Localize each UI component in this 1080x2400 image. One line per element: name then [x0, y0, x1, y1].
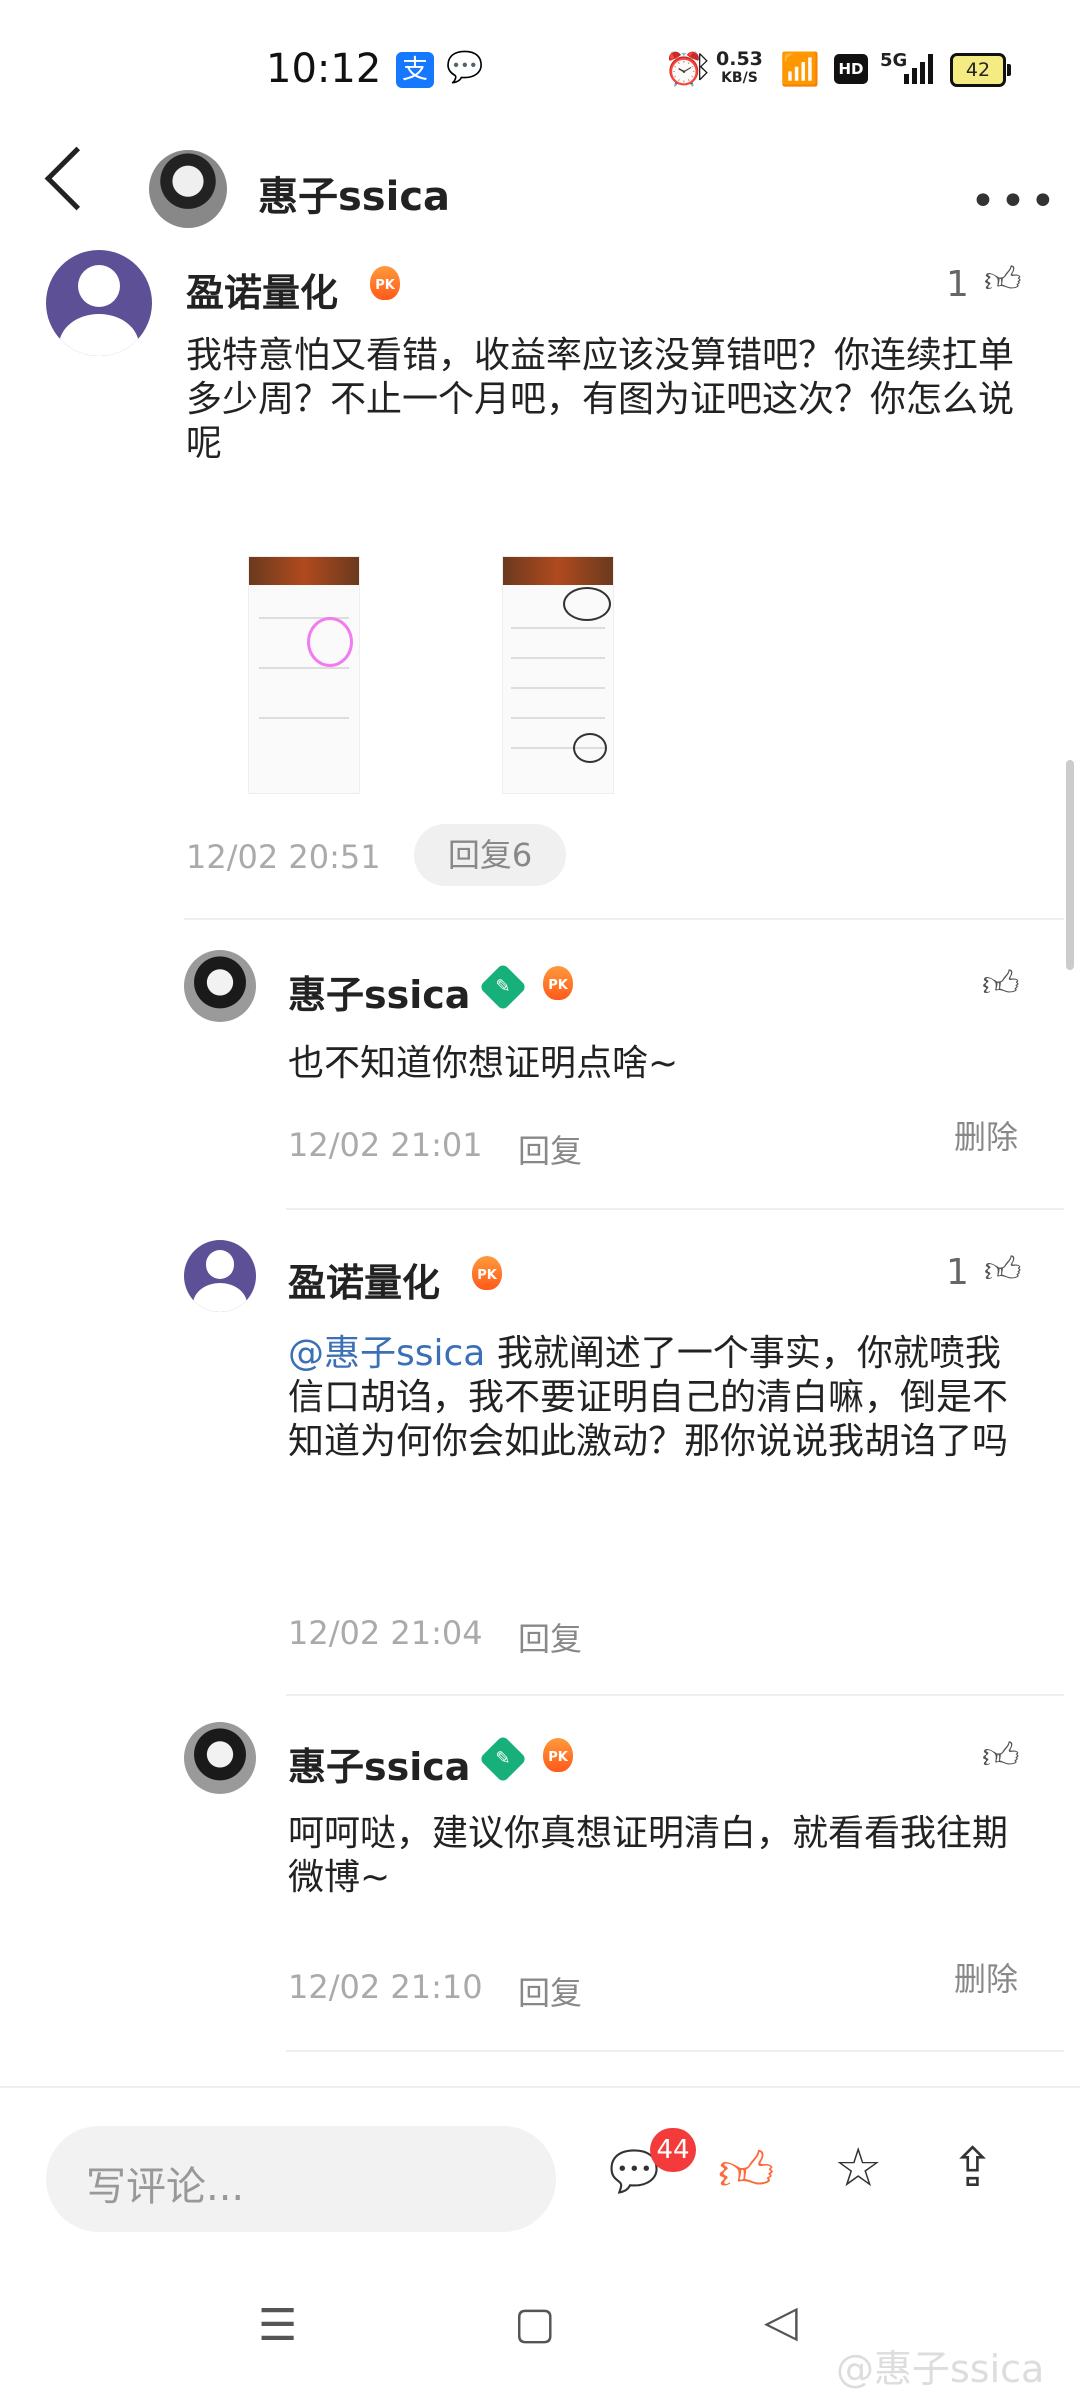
divider [286, 1208, 1064, 1210]
delete-button[interactable]: 删除 [954, 1954, 1018, 2000]
signal-icon [904, 54, 934, 84]
avatar[interactable] [46, 250, 152, 356]
share-icon[interactable]: ⇪ [950, 2136, 995, 2199]
pk-badge-icon: PK [370, 266, 400, 300]
back-nav-icon[interactable]: ◁ [764, 2296, 798, 2347]
thumbs-up-icon[interactable]: 👍︎ [982, 962, 1020, 1006]
divider [0, 2086, 1080, 2088]
reply-text: @惠子ssica 我就阐述了一个事实，你就喷我信口胡诌，我不要证明自己的清白嘛，… [288, 1333, 1009, 1462]
attached-image[interactable] [502, 556, 614, 794]
header-avatar[interactable] [149, 150, 227, 228]
reply-username[interactable]: 惠子ssica [288, 1736, 470, 1791]
reply-username[interactable]: 惠子ssica [288, 964, 470, 1019]
like-count: 1 [946, 264, 969, 305]
reply-timestamp: 12/02 21:01 [288, 1126, 483, 1164]
avatar[interactable] [184, 950, 256, 1022]
pk-badge-icon: PK [472, 1256, 502, 1290]
divider [184, 918, 1064, 920]
watermark: @惠子ssica [836, 2347, 1045, 2391]
avatar[interactable] [184, 1240, 256, 1312]
avatar[interactable] [184, 1722, 256, 1794]
back-icon[interactable] [44, 146, 109, 211]
reply-username[interactable]: 盈诺量化 [288, 1252, 440, 1307]
verified-badge-icon: ✎ [478, 1734, 528, 1784]
reply-button[interactable]: 回复 [518, 1968, 582, 2014]
thumbs-up-icon[interactable]: 👍︎ [984, 258, 1022, 302]
divider [286, 1694, 1064, 1696]
comment-text: 我特意怕又看错，收益率应该没算错吧？你连续扛单多少周？不止一个月吧，有图为证吧这… [186, 335, 1015, 464]
battery-icon: 42 [950, 53, 1011, 87]
home-icon[interactable]: ▢ [514, 2298, 556, 2349]
reply-timestamp: 12/02 21:10 [288, 1968, 483, 2006]
reply-text: 也不知道你想证明点啥~ [288, 1043, 679, 1084]
pk-badge-icon: PK [543, 966, 573, 1000]
wifi-icon: 📶 [780, 50, 820, 88]
comment-username[interactable]: 盈诺量化 [186, 262, 338, 317]
divider [286, 2050, 1064, 2052]
reply-button[interactable]: 回复 [518, 1126, 582, 1172]
like-icon[interactable]: 👍︎ [718, 2140, 774, 2205]
reply-text: 呵呵哒，建议你真想证明清白，就看看我往期微博~ [288, 1813, 1009, 1898]
hd-icon: HD [834, 54, 868, 84]
reply-timestamp: 12/02 21:04 [288, 1614, 483, 1652]
network-speed: 0.53 KB/S [716, 48, 763, 87]
comment-count-badge: 44 [650, 2128, 696, 2172]
bluetooth-icon: ᛒ [694, 50, 712, 85]
verified-badge-icon: ✎ [478, 962, 528, 1012]
comment-placeholder: 写评论... [86, 2164, 245, 2210]
status-bar: 10:12 支 💬 ⏰ ᛒ 0.53 KB/S 📶 HD 5G 42 [0, 0, 1080, 140]
alipay-icon: 支 [396, 52, 434, 88]
pk-badge-icon: PK [543, 1738, 573, 1772]
scrollbar[interactable] [1066, 760, 1074, 970]
page-title: 惠子ssica [258, 174, 451, 220]
like-count: 1 [946, 1252, 969, 1293]
more-options-icon[interactable]: ••• [970, 176, 1060, 227]
reply-button[interactable]: 回复 [518, 1614, 582, 1660]
menu-icon[interactable]: ☰ [258, 2300, 297, 2351]
mention-link[interactable]: @惠子ssica [288, 1333, 485, 1374]
star-icon[interactable]: ☆ [834, 2136, 882, 2199]
status-time: 10:12 [266, 46, 382, 92]
comment-timestamp: 12/02 20:51 [186, 838, 381, 876]
thumbs-up-icon[interactable]: 👍︎ [982, 1734, 1020, 1778]
thumbs-up-icon[interactable]: 👍︎ [984, 1248, 1022, 1292]
delete-button[interactable]: 删除 [954, 1112, 1018, 1158]
wechat-icon: 💬 [446, 50, 484, 85]
attached-image[interactable] [248, 556, 360, 794]
reply-count-button[interactable]: 回复6 [414, 824, 566, 886]
